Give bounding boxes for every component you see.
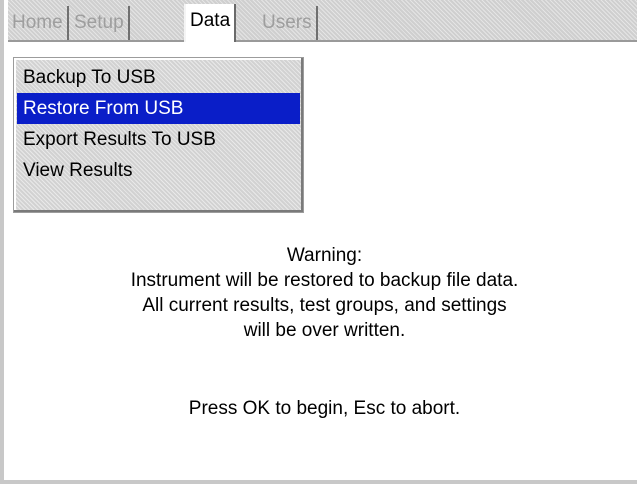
warning-line: All current results, test groups, and se… xyxy=(142,295,507,316)
warning-line: will be over written. xyxy=(243,320,406,341)
menu-item-backup-to-usb[interactable]: Backup To USB xyxy=(17,62,300,93)
confirm-prompt: Press OK to begin, Esc to abort. xyxy=(188,398,461,419)
warning-line: Instrument will be restored to backup fi… xyxy=(130,270,519,291)
menu-item-export-results-to-usb[interactable]: Export Results To USB xyxy=(17,124,300,155)
tab-data[interactable]: Data xyxy=(184,4,237,42)
menu-item-restore-from-usb[interactable]: Restore From USB xyxy=(17,93,300,124)
menu-item-view-results[interactable]: View Results xyxy=(17,155,300,186)
tab-home[interactable]: Home xyxy=(8,6,69,40)
warning-message: Warning: Instrument will be restored to … xyxy=(8,243,637,343)
instrument-screen: Home Setup Data Users Backup To USB Rest… xyxy=(0,0,637,484)
tab-bar: Home Setup Data Users xyxy=(8,0,637,42)
data-dropdown-menu: Backup To USB Restore From USB Export Re… xyxy=(13,57,304,213)
warning-title: Warning: xyxy=(286,245,363,266)
tab-setup[interactable]: Setup xyxy=(70,6,130,40)
tab-users[interactable]: Users xyxy=(258,6,318,40)
